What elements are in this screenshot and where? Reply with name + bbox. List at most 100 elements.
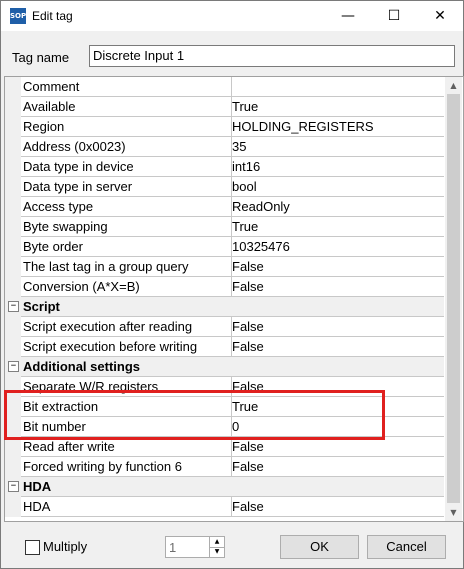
property-row[interactable]: Script execution before writing False xyxy=(5,337,445,357)
tag-name-input[interactable]: Discrete Input 1 xyxy=(89,45,455,67)
collapse-icon[interactable]: − xyxy=(8,361,19,372)
property-value[interactable]: ReadOnly xyxy=(231,197,444,217)
app-icon: SOPC xyxy=(10,8,31,24)
property-name: Script execution before writing xyxy=(21,337,232,357)
property-name: Read after write xyxy=(21,437,232,457)
row-gutter xyxy=(5,277,21,297)
property-row[interactable]: Region HOLDING_REGISTERS xyxy=(5,117,445,137)
property-value[interactable]: 10325476 xyxy=(231,237,444,257)
property-grid[interactable]: HDA False − HDA Forced writing by function 6… xyxy=(4,76,464,522)
stepper-buttons: ▲ ▼ xyxy=(209,537,224,557)
property-name: Byte swapping xyxy=(21,217,232,237)
property-row[interactable]: Read after write False xyxy=(5,437,445,457)
property-name: The last tag in a group query xyxy=(21,257,232,277)
category-row[interactable]: − Script xyxy=(5,297,445,317)
property-row[interactable]: The last tag in a group query False xyxy=(5,257,445,277)
window-title: Edit tag xyxy=(32,9,73,23)
row-gutter xyxy=(5,137,21,157)
property-value[interactable]: False xyxy=(231,317,444,337)
category-label: HDA xyxy=(21,477,232,497)
row-gutter xyxy=(5,177,21,197)
vertical-scrollbar[interactable]: ▲ ▼ xyxy=(445,77,462,521)
property-row[interactable]: Conversion (A*X=B) False xyxy=(5,277,445,297)
collapse-icon[interactable]: − xyxy=(8,301,19,312)
title-bar: SOPC Edit tag — ☐ ✕ xyxy=(1,1,463,31)
scroll-thumb[interactable] xyxy=(447,94,460,503)
property-value[interactable]: False xyxy=(231,257,444,277)
property-name: HDA xyxy=(21,497,232,517)
row-gutter xyxy=(5,217,21,237)
row-gutter xyxy=(5,77,21,97)
category-filler xyxy=(231,297,444,317)
property-name: Forced writing by function 6 xyxy=(21,457,232,477)
scroll-down-icon[interactable]: ▼ xyxy=(445,504,462,521)
row-gutter xyxy=(5,97,21,117)
scroll-up-icon[interactable]: ▲ xyxy=(445,77,462,94)
close-button[interactable]: ✕ xyxy=(417,1,463,31)
property-row[interactable]: Comment xyxy=(5,77,445,97)
property-value[interactable]: True xyxy=(231,97,444,117)
property-row[interactable]: Script execution after reading False xyxy=(5,317,445,337)
multiply-stepper[interactable]: 1 ▲ ▼ xyxy=(165,536,225,558)
property-name: Script execution after reading xyxy=(21,317,232,337)
property-row[interactable]: Access type ReadOnly xyxy=(5,197,445,217)
stepper-down-icon[interactable]: ▼ xyxy=(210,547,224,557)
row-gutter xyxy=(5,497,21,517)
edit-tag-dialog: SOPC Edit tag — ☐ ✕ Tag name Discrete In… xyxy=(0,0,464,569)
property-name: Comment xyxy=(21,77,232,97)
property-row[interactable]: Data type in server bool xyxy=(5,177,445,197)
property-value[interactable]: False xyxy=(231,277,444,297)
row-gutter xyxy=(5,457,21,477)
property-row[interactable]: Byte swapping True xyxy=(5,217,445,237)
cancel-button[interactable]: Cancel xyxy=(367,535,446,559)
property-value[interactable]: HOLDING_REGISTERS xyxy=(231,117,444,137)
property-value[interactable]: False xyxy=(231,457,444,477)
property-name: Region xyxy=(21,117,232,137)
row-gutter xyxy=(5,157,21,177)
property-row[interactable]: Address (0x0023) 35 xyxy=(5,137,445,157)
row-gutter: − xyxy=(5,357,21,377)
property-value[interactable]: False xyxy=(231,437,444,457)
row-gutter xyxy=(5,257,21,277)
category-label: Script xyxy=(21,297,232,317)
property-row[interactable]: Byte order 10325476 xyxy=(5,237,445,257)
minimize-button[interactable]: — xyxy=(325,1,371,31)
multiply-checkbox[interactable] xyxy=(25,540,40,555)
multiply-value[interactable]: 1 xyxy=(169,540,176,555)
highlight-box xyxy=(4,390,385,440)
property-name: Available xyxy=(21,97,232,117)
collapse-icon[interactable]: − xyxy=(8,481,19,492)
category-row[interactable]: − Additional settings xyxy=(5,357,445,377)
maximize-button[interactable]: ☐ xyxy=(371,1,417,31)
property-value[interactable]: True xyxy=(231,217,444,237)
property-name: Access type xyxy=(21,197,232,217)
row-gutter xyxy=(5,437,21,457)
property-value[interactable]: False xyxy=(231,337,444,357)
property-row[interactable]: Forced writing by function 6 False xyxy=(5,457,445,477)
category-filler xyxy=(231,357,444,377)
category-row[interactable]: − HDA xyxy=(5,477,445,497)
property-value[interactable]: False xyxy=(231,497,444,517)
property-row[interactable]: HDA False xyxy=(5,497,445,517)
property-name: Address (0x0023) xyxy=(21,137,232,157)
row-gutter xyxy=(5,337,21,357)
property-name: Conversion (A*X=B) xyxy=(21,277,232,297)
property-value[interactable]: bool xyxy=(231,177,444,197)
ok-button[interactable]: OK xyxy=(280,535,359,559)
tag-name-label: Tag name xyxy=(12,50,70,65)
row-gutter xyxy=(5,197,21,217)
row-gutter xyxy=(5,317,21,337)
category-label: Additional settings xyxy=(21,357,232,377)
row-gutter: − xyxy=(5,297,21,317)
row-gutter: − xyxy=(5,477,21,497)
property-value[interactable]: 35 xyxy=(231,137,444,157)
row-gutter xyxy=(5,117,21,137)
property-value[interactable]: int16 xyxy=(231,157,444,177)
property-value[interactable] xyxy=(231,77,444,97)
property-name: Byte order xyxy=(21,237,232,257)
property-name: Data type in server xyxy=(21,177,232,197)
property-row[interactable]: Data type in device int16 xyxy=(5,157,445,177)
property-row[interactable]: Available True xyxy=(5,97,445,117)
property-name: Data type in device xyxy=(21,157,232,177)
multiply-label: Multiply xyxy=(43,539,88,554)
